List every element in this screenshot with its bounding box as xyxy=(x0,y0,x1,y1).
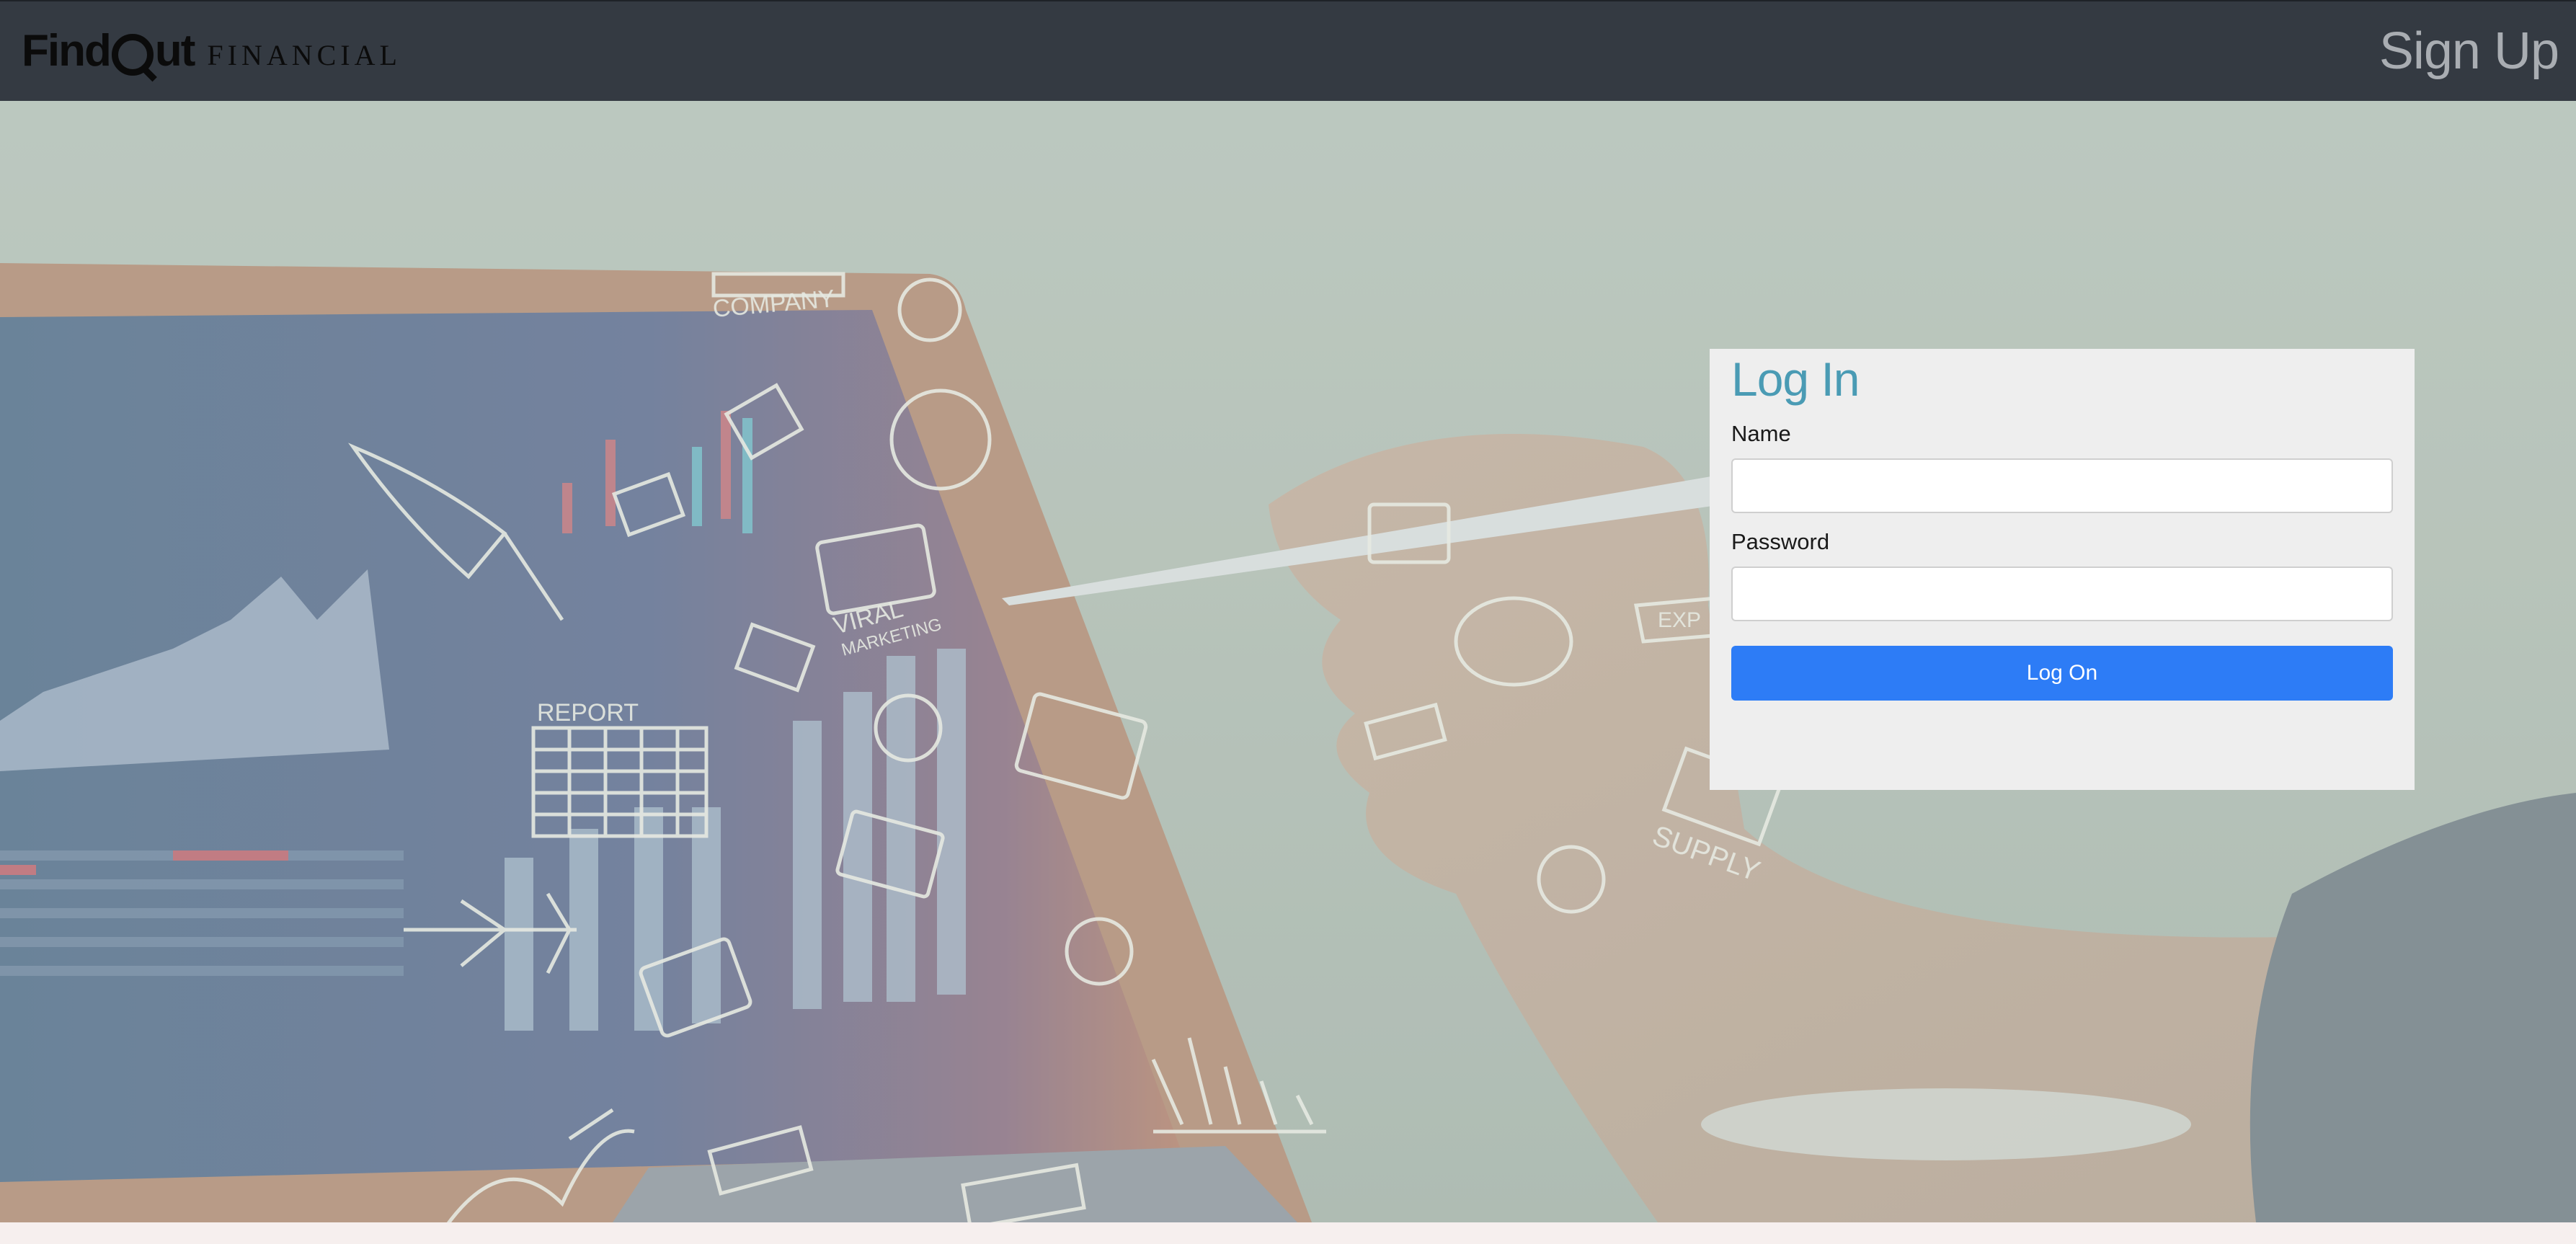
password-label: Password xyxy=(1731,529,1830,554)
logo-text-financial: FINANCIAL xyxy=(207,38,401,71)
footer-strip xyxy=(0,1222,2576,1244)
name-input[interactable] xyxy=(1731,458,2393,513)
top-navigation-bar: Find ut FINANCIAL Sign Up xyxy=(0,0,2576,101)
login-title: Log In xyxy=(1731,352,1860,406)
logo-text-ut: ut xyxy=(154,25,196,76)
password-input[interactable] xyxy=(1731,567,2393,621)
findout-financial-logo[interactable]: Find ut FINANCIAL xyxy=(22,22,401,79)
logo-text-find: Find xyxy=(22,25,112,76)
hero-background: COMPANY VIRAL MARKETING REPORT SUPPLY EX… xyxy=(0,101,2576,1222)
magnifier-q-icon xyxy=(111,34,154,76)
login-panel: Log In Name Password Log On xyxy=(1710,349,2415,790)
log-on-button[interactable]: Log On xyxy=(1731,646,2393,701)
sign-up-link[interactable]: Sign Up xyxy=(2379,22,2559,81)
name-label: Name xyxy=(1731,421,1791,446)
